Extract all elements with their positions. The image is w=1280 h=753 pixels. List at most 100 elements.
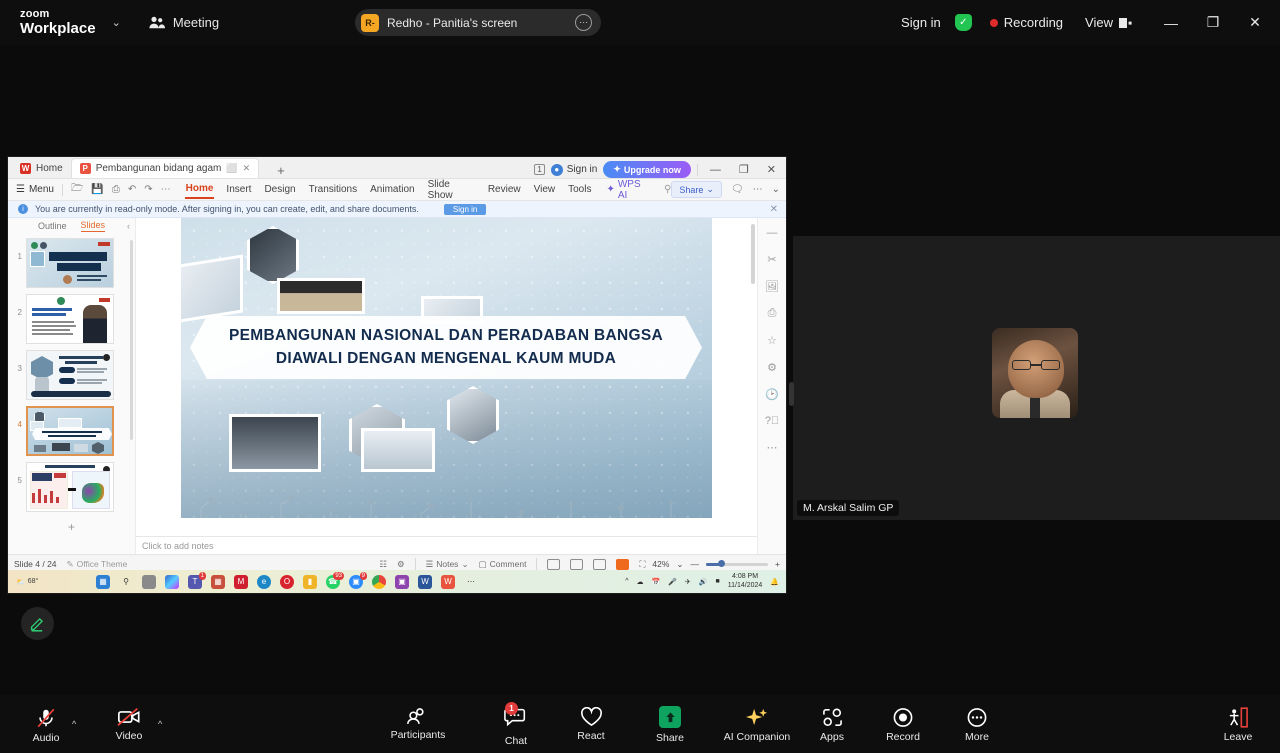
wps-tab-home[interactable]: W Home <box>12 158 71 178</box>
ribbon-tab-transitions[interactable]: Transitions <box>308 181 359 198</box>
sign-in-button[interactable]: Sign in <box>901 15 941 30</box>
language-icon[interactable]: ⚙ <box>397 559 405 570</box>
wps-sign-in-button[interactable]: ● Sign in <box>550 163 597 176</box>
teams-icon[interactable]: T 1 <box>188 571 206 589</box>
rail-more-icon[interactable]: ⋯ <box>767 441 778 454</box>
zoom-dropdown-icon[interactable]: ⌄ <box>676 559 683 570</box>
slideshow-play-button[interactable] <box>616 558 630 570</box>
opera-icon[interactable]: O <box>280 574 294 589</box>
workspace-chevron-down-icon[interactable]: ⌄ <box>112 16 121 29</box>
settings-icon[interactable]: ⚙ <box>767 361 777 374</box>
mcafee-icon[interactable]: M <box>234 574 248 589</box>
audio-control[interactable]: Audio <box>15 707 77 744</box>
participants-control[interactable]: Participants <box>387 707 449 741</box>
rail-minimize-icon[interactable]: — <box>767 227 778 239</box>
slide-stage-scrollbar[interactable] <box>751 224 755 284</box>
spell-check-icon[interactable]: ☷ <box>379 559 387 570</box>
slide-thumbnail-2[interactable] <box>26 294 114 344</box>
save-icon[interactable]: 💾 <box>91 184 103 195</box>
slide-sorter-view-button[interactable] <box>570 558 584 570</box>
ribbon-tab-tools[interactable]: Tools <box>567 181 592 198</box>
tray-expand-icon[interactable]: ^ <box>625 578 628 585</box>
zoom-level-label[interactable]: 42% <box>652 559 669 569</box>
copilot-icon[interactable] <box>165 574 179 589</box>
wps-ai-button[interactable]: ✦ WPS AI <box>606 179 652 201</box>
weather-widget[interactable]: ⛅ 68° <box>8 578 38 586</box>
undo-icon[interactable]: ↶ <box>128 184 136 195</box>
chat-control[interactable]: 1 Chat <box>485 702 547 747</box>
tools-icon[interactable]: ✂ <box>767 253 776 266</box>
list-item[interactable]: 4 <box>8 406 135 456</box>
start-button[interactable]: ▦ <box>96 574 110 589</box>
wps-close-button[interactable]: ✕ <box>761 163 782 176</box>
window-minimize-button[interactable]: — <box>1150 0 1192 45</box>
video-control[interactable]: Video <box>98 707 160 742</box>
search-taskbar-icon[interactable]: ⚲ <box>119 575 133 589</box>
store-icon[interactable]: ▦ <box>211 574 225 589</box>
wps-menu-button[interactable]: ☰ Menu <box>8 184 62 195</box>
slide-thumbnail-list[interactable]: 1 2 3 4 5 + <box>8 234 135 554</box>
video-options-caret[interactable]: ^ <box>158 719 162 729</box>
comment-icon[interactable]: 🗨 <box>731 184 744 195</box>
theme-indicator[interactable]: ✎ Office Theme <box>67 559 128 570</box>
list-item[interactable]: 5 <box>8 462 135 512</box>
redo-icon[interactable]: ↷ <box>144 184 152 195</box>
word-icon[interactable]: W <box>418 574 432 589</box>
window-restore-button[interactable]: ❐ <box>1192 0 1234 45</box>
wps-minimize-button[interactable]: — <box>704 164 727 176</box>
slide-stage[interactable]: PEMBANGUNAN NASIONAL DAN PERADABAN BANGS… <box>136 218 757 536</box>
qat-more-icon[interactable]: ⋯ <box>161 184 171 195</box>
zoom-taskbar-icon[interactable]: ▣ 9 <box>349 571 367 589</box>
file-explorer-icon[interactable]: ▮ <box>303 574 317 589</box>
share-screen-control[interactable]: Share <box>639 706 701 744</box>
ribbon-tab-insert[interactable]: Insert <box>225 181 252 198</box>
tab-slides[interactable]: Slides <box>80 220 106 232</box>
reading-view-button[interactable] <box>593 558 607 570</box>
whatsapp-icon[interactable]: ☎ 93 <box>326 571 344 589</box>
participant-video-tile[interactable] <box>992 328 1078 418</box>
task-view-icon[interactable] <box>142 574 156 589</box>
comment-toggle[interactable]: ▢ Comment <box>479 559 527 570</box>
normal-view-button[interactable] <box>547 558 561 570</box>
ribbon-tab-view[interactable]: View <box>533 181 557 198</box>
taskbar-clock[interactable]: 4:08 PM 11/14/2024 <box>728 573 763 589</box>
ribbon-collapse-icon[interactable]: ⌄ <box>772 184 780 195</box>
audio-options-caret[interactable]: ^ <box>72 719 76 729</box>
wps-share-button[interactable]: Share ⌄ <box>671 181 722 198</box>
ai-companion-control[interactable]: AI Companion <box>717 707 797 743</box>
tab-close-icon[interactable]: ✕ <box>243 163 251 174</box>
slide-panel-scrollbar[interactable] <box>130 240 133 440</box>
wifi-icon[interactable]: ✈ <box>685 578 691 586</box>
mic-icon[interactable]: 🎤 <box>668 578 677 586</box>
fit-to-window-icon[interactable]: ⛶ <box>639 559 645 570</box>
notes-pane[interactable]: Click to add notes <box>136 536 757 554</box>
add-slide-button[interactable]: + <box>8 518 135 534</box>
slide-thumbnail-4[interactable] <box>26 406 114 456</box>
help-icon[interactable]: ?⃝ <box>765 415 779 427</box>
favorite-icon[interactable]: ☆ <box>767 334 777 347</box>
chrome-icon[interactable] <box>372 574 386 589</box>
slide-thumbnail-5[interactable] <box>26 462 114 512</box>
apps-control[interactable]: Apps <box>801 707 863 743</box>
current-slide-canvas[interactable]: PEMBANGUNAN NASIONAL DAN PERADABAN BANGS… <box>181 218 712 518</box>
slide-thumbnail-3[interactable] <box>26 350 114 400</box>
panel-resize-handle[interactable] <box>789 382 794 406</box>
search-icon[interactable]: ⚲ <box>664 184 671 195</box>
react-control[interactable]: React <box>560 707 622 742</box>
open-icon[interactable]: 🗁 <box>71 181 83 198</box>
encryption-shield-icon[interactable]: ✓ <box>954 14 972 31</box>
shape-icon[interactable]: ⎙ <box>768 307 777 320</box>
calendar-icon[interactable]: 📅 <box>652 578 661 586</box>
window-close-button[interactable]: ✕ <box>1234 0 1276 45</box>
shared-screen-pill[interactable]: R- Redho - Panitia's screen ⋯ <box>355 9 602 36</box>
list-item[interactable]: 3 <box>8 350 135 400</box>
zoom-slider[interactable] <box>706 560 769 567</box>
zoom-in-button[interactable]: + <box>775 559 780 569</box>
cloud-icon[interactable]: ☁ <box>637 578 644 586</box>
notes-toggle[interactable]: ☰ Notes ⌄ <box>426 559 469 570</box>
recording-indicator[interactable]: Recording <box>989 15 1063 30</box>
edge-icon[interactable]: e <box>257 574 271 589</box>
photos-icon[interactable]: ▣ <box>395 574 409 589</box>
list-item[interactable]: 2 <box>8 294 135 344</box>
wps-icon[interactable]: W <box>441 574 455 589</box>
